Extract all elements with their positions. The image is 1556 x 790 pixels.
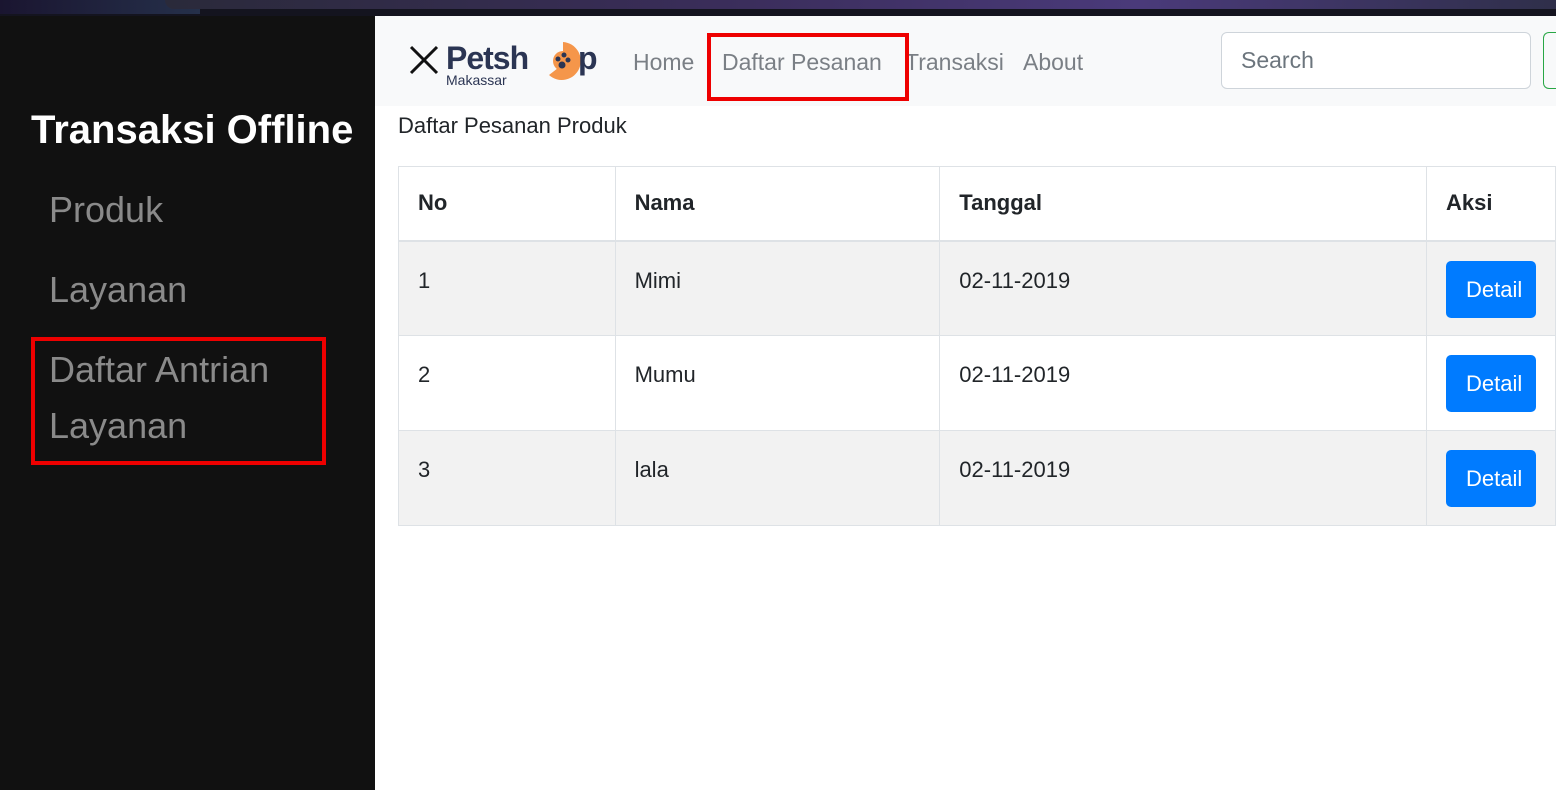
- column-header-no: No: [398, 166, 616, 242]
- cell-aksi: Detail: [1425, 335, 1556, 431]
- cell-nama: Mumu: [614, 335, 941, 431]
- detail-button[interactable]: Detail: [1445, 450, 1536, 507]
- table-row: 1 Mimi 02-11-2019 Detail: [398, 240, 1556, 336]
- brand-suffix: p: [578, 40, 598, 76]
- cell-aksi: Detail: [1425, 240, 1556, 336]
- highlight-box-sidebar: [31, 337, 326, 465]
- brand-logo[interactable]: Petsh Makassar p: [408, 40, 608, 94]
- close-icon: [409, 45, 439, 75]
- table-row: 2 Mumu 02-11-2019 Detail: [398, 335, 1556, 431]
- nav-about[interactable]: About: [1023, 49, 1083, 76]
- cell-tanggal: 02-11-2019: [939, 335, 1427, 431]
- cell-no: 2: [398, 335, 616, 431]
- nav-transaksi[interactable]: Transaksi: [905, 49, 1004, 76]
- highlight-box-nav: [707, 33, 909, 101]
- sidebar-title: Transaksi Offline: [31, 108, 354, 152]
- cell-no: 3: [398, 430, 616, 526]
- cell-nama: lala: [614, 430, 941, 526]
- detail-button[interactable]: Detail: [1445, 260, 1536, 318]
- brand-subtitle: Makassar: [446, 72, 507, 88]
- navbar: Petsh Makassar p Home Daftar Pesanan Tra…: [375, 16, 1556, 106]
- column-header-tanggal: Tanggal: [939, 166, 1427, 242]
- sidebar-item-produk[interactable]: Produk: [49, 182, 163, 238]
- search-button[interactable]: [1543, 32, 1556, 89]
- cell-no: 1: [398, 240, 616, 336]
- table-header-row: No Nama Tanggal Aksi: [398, 166, 1556, 242]
- column-header-aksi: Aksi: [1425, 166, 1556, 242]
- search-input[interactable]: [1221, 32, 1531, 89]
- cell-nama: Mimi: [614, 240, 941, 336]
- sidebar-item-layanan[interactable]: Layanan: [49, 262, 187, 318]
- cell-tanggal: 02-11-2019: [939, 240, 1427, 336]
- window-top-strip: [0, 0, 1556, 16]
- detail-button[interactable]: Detail: [1445, 355, 1536, 412]
- orders-table: No Nama Tanggal Aksi 1 Mimi 02-11-2019 D…: [398, 166, 1556, 526]
- column-header-nama: Nama: [614, 166, 941, 242]
- page-title: Daftar Pesanan Produk: [398, 113, 627, 138]
- cell-tanggal: 02-11-2019: [939, 430, 1427, 526]
- nav-home[interactable]: Home: [633, 49, 694, 76]
- table-row: 3 lala 02-11-2019 Detail: [398, 430, 1556, 526]
- main-content: Petsh Makassar p Home Daftar Pesanan Tra…: [375, 16, 1556, 790]
- cell-aksi: Detail: [1425, 430, 1556, 526]
- window-top-bar: [165, 0, 1556, 9]
